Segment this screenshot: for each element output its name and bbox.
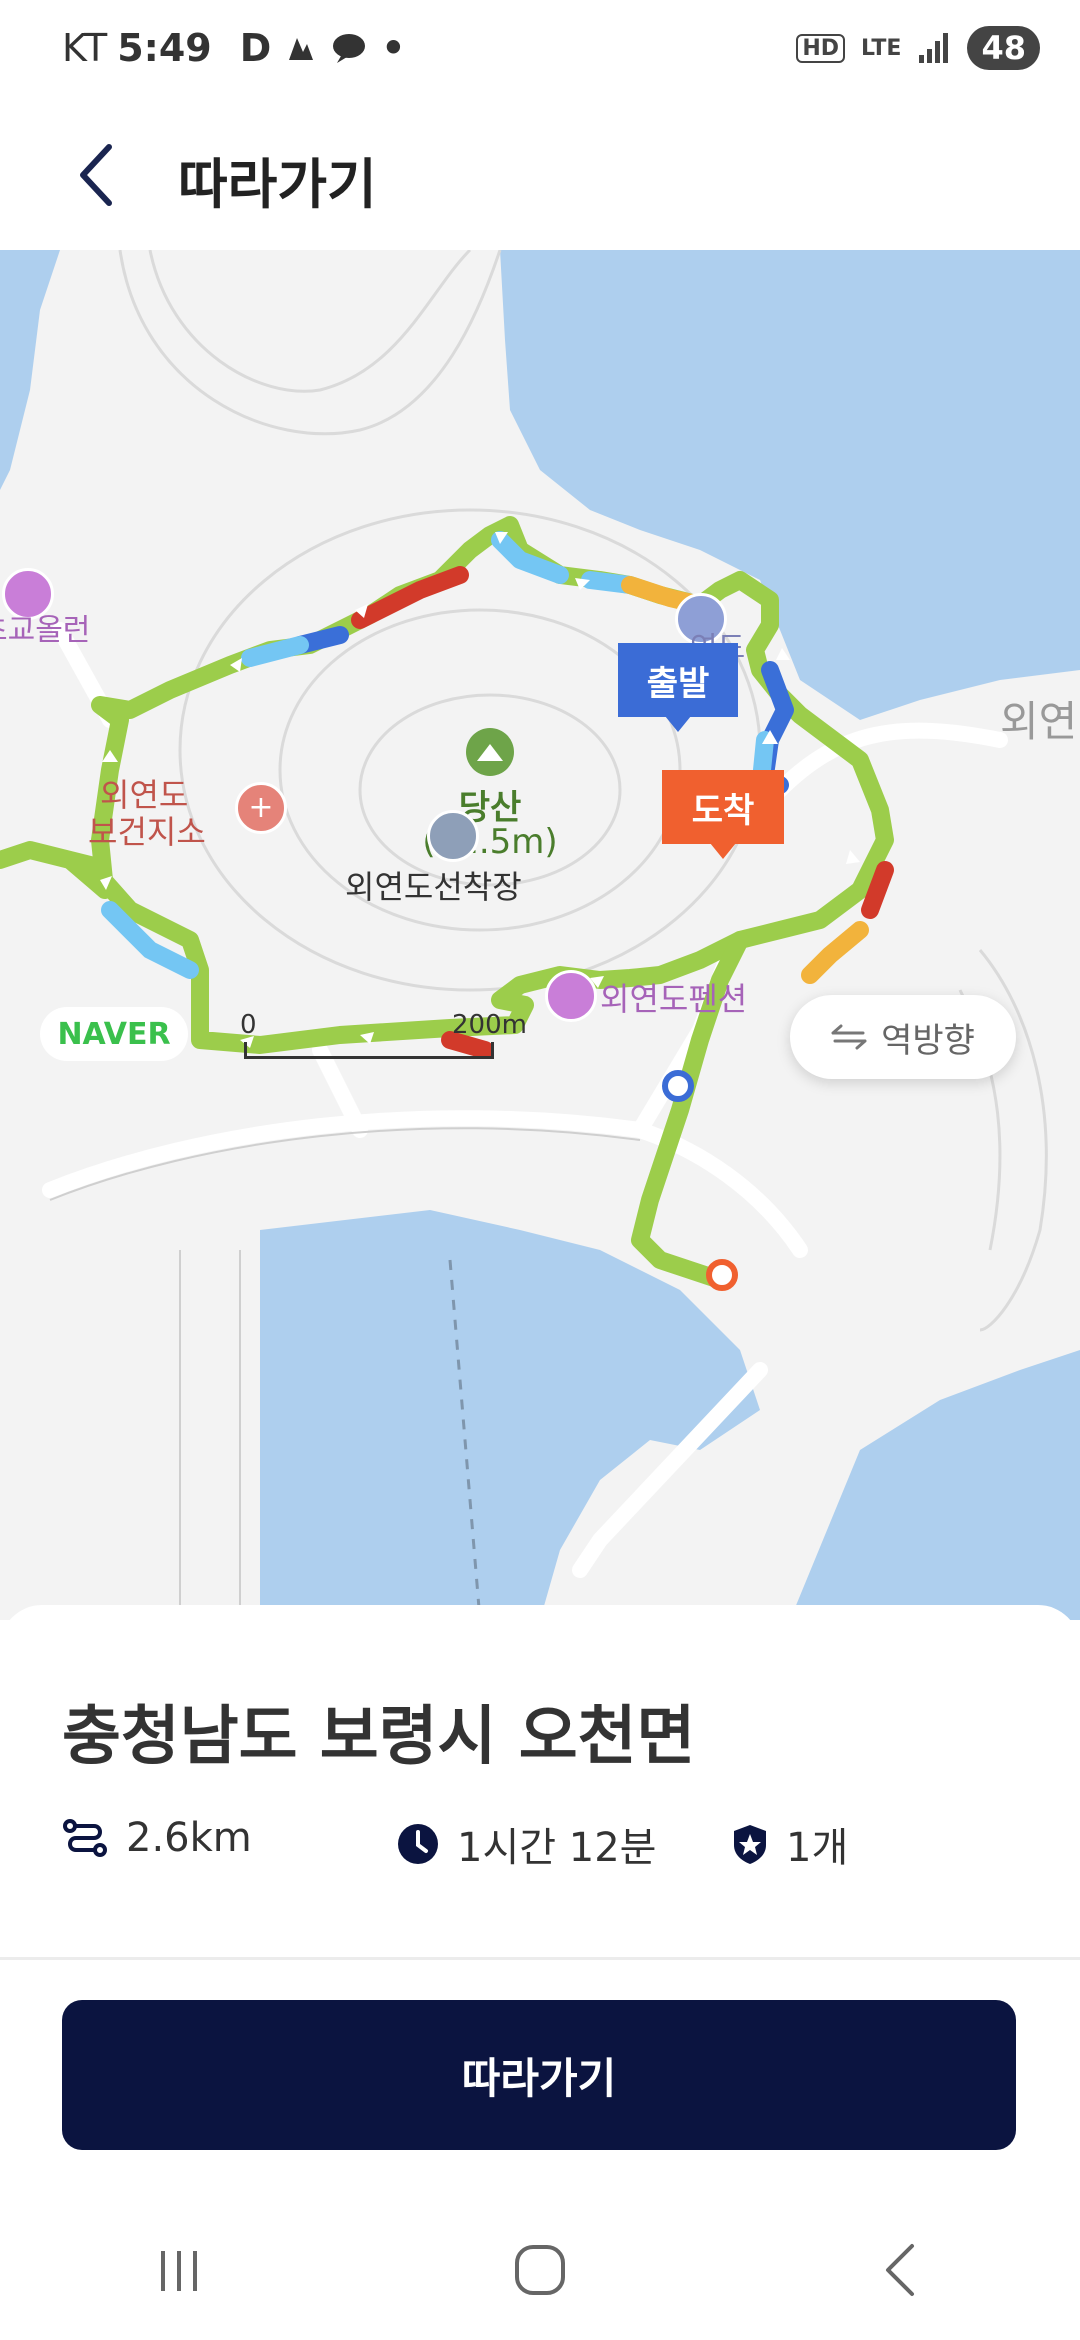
duration-value: 1시간 12분: [457, 1825, 657, 1871]
distance-value: 2.6km: [126, 1815, 252, 1861]
status-time: 5:49: [117, 26, 212, 70]
map-canvas[interactable]: [0, 250, 1080, 1620]
reverse-direction-button[interactable]: 역방향: [790, 995, 1016, 1079]
notification-icons: D •: [240, 26, 406, 70]
signal-icon: [919, 33, 949, 63]
island-label: 외연: [1000, 697, 1078, 746]
carrier-label: KT: [62, 26, 108, 70]
page-title: 따라가기: [178, 153, 377, 216]
status-left: KT 5:49 D •: [62, 26, 406, 70]
badge-value: 1개: [786, 1825, 849, 1871]
pension-label: 외연도펜션: [600, 980, 748, 1018]
back-button[interactable]: [62, 140, 132, 210]
start-marker-label: 출발: [646, 663, 710, 704]
lte-icon: LTE: [861, 35, 902, 61]
pension-icon[interactable]: [545, 970, 597, 1022]
swap-arrows-icon: [831, 1024, 867, 1050]
system-nav-bar: [0, 2200, 1080, 2340]
mountain-icon: [466, 728, 514, 776]
hd-voice-icon: HD: [796, 33, 846, 63]
peak-elevation: (72.5m): [422, 822, 558, 862]
hospital-icon[interactable]: +: [235, 782, 287, 834]
peak-marker[interactable]: [440, 728, 540, 776]
route-distance-icon: [63, 1819, 107, 1857]
end-marker-label: 도착: [691, 790, 755, 831]
divider: [0, 1957, 1080, 1960]
home-icon: [515, 2245, 565, 2295]
scale-start-label: 0: [240, 1010, 257, 1040]
distance-stat: 2.6km: [62, 1815, 252, 1861]
ferry-label: 외연도선착장: [345, 868, 522, 906]
clinic-label-line2: 보건지소: [88, 813, 206, 851]
status-bar: KT 5:49 D • HD LTE 48: [0, 0, 1080, 100]
recent-apps-button[interactable]: [120, 2220, 240, 2320]
notification-app-icon: [289, 38, 314, 60]
badge-stat: 1개: [732, 1815, 848, 1873]
start-marker[interactable]: 출발: [618, 643, 738, 717]
notification-d-icon: D: [239, 26, 272, 70]
follow-button-label: 따라가기: [461, 2053, 617, 2103]
end-marker[interactable]: 도착: [662, 770, 784, 844]
duration-stat: 1시간 12분: [397, 1815, 656, 1873]
back-icon: [886, 2244, 914, 2296]
chat-bubble-icon: [333, 34, 366, 63]
status-right: HD LTE 48: [796, 26, 1040, 70]
scale-end-label: 200m: [452, 1010, 527, 1040]
naver-logo: NAVER: [40, 1007, 188, 1061]
system-back-button[interactable]: [840, 2220, 960, 2320]
location-title: 충청남도 보령시 오천면: [62, 1700, 696, 1774]
start-marker-pointer: [665, 716, 691, 732]
recent-apps-icon: [161, 2251, 197, 2291]
app-header: 따라가기: [0, 100, 1080, 250]
scale-bar: 0 200m: [240, 1010, 527, 1070]
end-marker-pointer: [710, 843, 736, 859]
reverse-direction-label: 역방향: [881, 1020, 975, 1061]
left-poi-label: 초교올런: [0, 613, 91, 648]
route-map[interactable]: 당산 (72.5m) 연도 초교올런 외연도펜션 외연도 보건지소 + 외연도선…: [0, 250, 1080, 1620]
home-button[interactable]: [480, 2220, 600, 2320]
star-badge-icon: [734, 1825, 766, 1864]
chevron-left-icon: [80, 144, 112, 206]
route-stats: 2.6km 1시간 12분 1개: [62, 1815, 1042, 1875]
follow-button[interactable]: 따라가기: [62, 2000, 1016, 2150]
battery-indicator: 48: [967, 26, 1040, 70]
clock-icon: [398, 1824, 438, 1864]
ferry-icon[interactable]: [427, 810, 479, 862]
more-notifications-dot: •: [381, 26, 406, 70]
